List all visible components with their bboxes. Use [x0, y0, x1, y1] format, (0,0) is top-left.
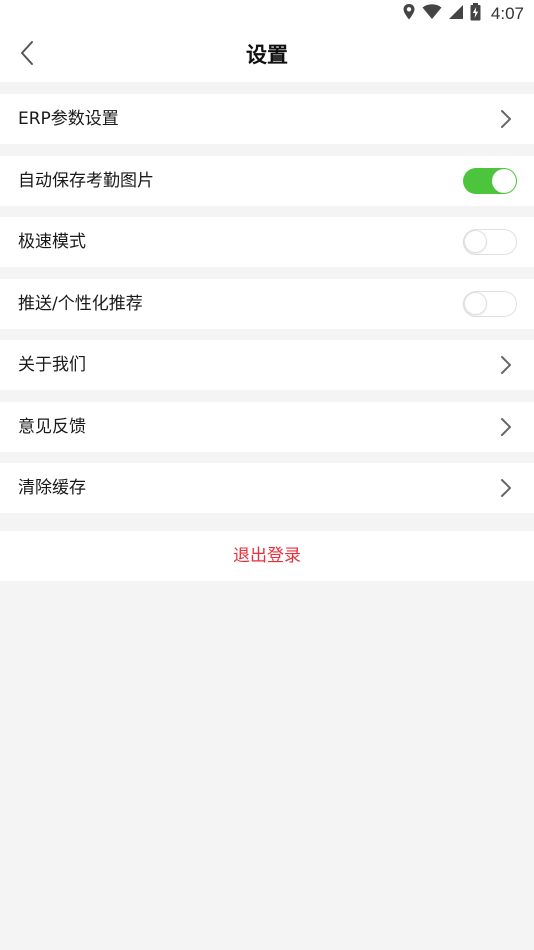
push-personalized-toggle[interactable]	[463, 291, 517, 317]
clear-cache-row[interactable]: 清除缓存	[0, 463, 534, 513]
fast-mode-row: 极速模式	[0, 217, 534, 267]
erp-settings-row[interactable]: ERP参数设置	[0, 94, 534, 144]
chevron-right-icon	[496, 109, 516, 129]
nav-bar: 设置	[0, 28, 534, 82]
logout-label: 退出登录	[233, 546, 301, 566]
battery-charging-icon	[470, 3, 481, 25]
erp-settings-label: ERP参数设置	[18, 109, 119, 129]
about-us-row[interactable]: 关于我们	[0, 340, 534, 390]
feedback-label: 意见反馈	[18, 417, 86, 437]
auto-save-photo-label: 自动保存考勤图片	[18, 171, 154, 191]
wifi-icon	[422, 4, 442, 24]
toggle-knob	[492, 169, 516, 193]
status-icons: 4:07	[402, 3, 524, 25]
auto-save-photo-row: 自动保存考勤图片	[0, 156, 534, 206]
clear-cache-label: 清除缓存	[18, 478, 86, 498]
push-personalized-row: 推送/个性化推荐	[0, 279, 534, 329]
chevron-right-icon	[496, 417, 516, 437]
feedback-row[interactable]: 意见反馈	[0, 402, 534, 452]
fast-mode-label: 极速模式	[18, 232, 86, 252]
auto-save-photo-toggle[interactable]	[463, 168, 517, 194]
page-title: 设置	[246, 43, 288, 67]
location-icon	[402, 3, 416, 25]
logout-button[interactable]: 退出登录	[0, 531, 534, 581]
chevron-right-icon	[496, 355, 516, 375]
push-personalized-label: 推送/个性化推荐	[18, 294, 143, 314]
toggle-knob	[464, 292, 487, 315]
chevron-right-icon	[496, 478, 516, 498]
status-bar: 4:07	[0, 0, 534, 28]
fast-mode-toggle[interactable]	[463, 229, 517, 255]
status-time: 4:07	[490, 4, 524, 23]
signal-icon	[448, 4, 464, 24]
about-us-label: 关于我们	[18, 355, 86, 375]
toggle-knob	[464, 230, 487, 253]
